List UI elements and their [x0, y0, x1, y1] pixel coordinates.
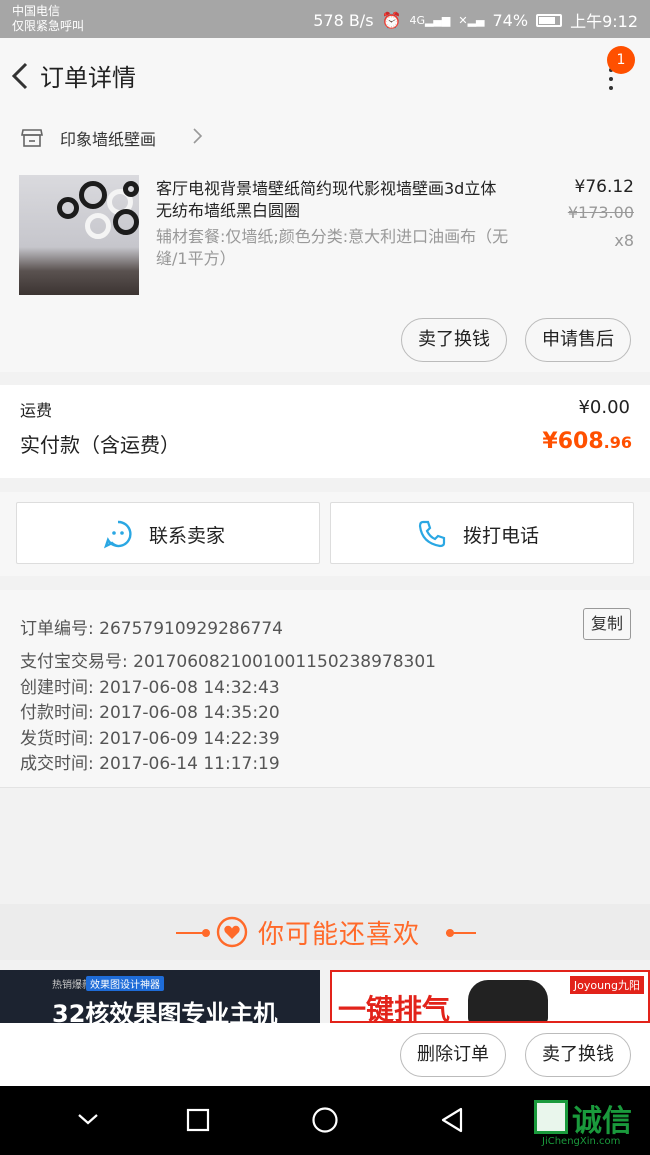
- product-device-image: [468, 980, 548, 1021]
- product-image[interactable]: [19, 175, 139, 295]
- paid-time: 付款时间: 2017-06-08 14:35:20: [20, 703, 280, 723]
- system-nav-bar: 诚信 JiChengXin.com: [0, 1086, 650, 1155]
- ad-left-headline: 32核效果图专业主机: [52, 1000, 278, 1023]
- call-phone-label: 拨打电话: [463, 525, 540, 547]
- status-bar: 中国电信 仅限紧急呼叫 578 B/s ⏰ 4G▂▄▆ ✕▂▄ 74% 上午9:…: [0, 0, 650, 38]
- recommend-dot-left: [202, 929, 210, 937]
- payment-totals: 运费 ¥0.00 实付款（含运费） ¥608.96: [0, 385, 650, 478]
- battery-icon: [536, 13, 563, 27]
- recommend-title: 你可能还喜欢: [258, 920, 421, 950]
- chat-bubble-icon: [103, 520, 132, 549]
- paid-amount: ¥608.96: [542, 429, 632, 454]
- product-title[interactable]: 客厅电视背景墙壁纸简约现代影视墙壁画3d立体无纺布墙纸黑白圆圈: [156, 178, 512, 222]
- recommend-line-right: [446, 932, 476, 934]
- shipping-value: ¥0.00: [578, 397, 630, 418]
- resell-bottom-button[interactable]: 卖了换钱: [525, 1033, 631, 1077]
- recent-apps-icon[interactable]: [186, 1108, 210, 1132]
- alarm-icon: ⏰: [381, 10, 402, 30]
- order-number: 订单编号: 26757910929286774: [20, 619, 284, 639]
- carrier-name: 中国电信: [12, 4, 61, 18]
- created-time: 创建时间: 2017-06-08 14:32:43: [20, 678, 280, 698]
- contact-section: 联系卖家 拨打电话: [0, 492, 650, 576]
- watermark-logo: 诚信 JiChengXin.com: [534, 1094, 650, 1150]
- status-indicators: 578 B/s ⏰ 4G▂▄▆ ✕▂▄ 74% 上午9:12: [313, 8, 638, 32]
- watermark-mark-icon: [534, 1100, 568, 1134]
- battery-percent: 74%: [492, 10, 529, 30]
- chevron-down-icon[interactable]: [76, 1111, 100, 1127]
- shop-row[interactable]: 印象墙纸壁画: [0, 114, 650, 166]
- product-price: ¥76.12: [574, 177, 634, 197]
- signal-icon: 4G▂▄▆: [409, 13, 451, 27]
- product-card: 客厅电视背景墙壁纸简约现代影视墙壁画3d立体无纺布墙纸黑白圆圈 辅材套餐:仅墙纸…: [0, 166, 650, 372]
- chevron-right-icon: [193, 128, 203, 144]
- bottom-action-bar: 删除订单 卖了换钱: [0, 1023, 650, 1086]
- home-icon[interactable]: [311, 1106, 339, 1134]
- recommend-header: 你可能还喜欢: [0, 904, 650, 960]
- completed-time: 成交时间: 2017-06-14 11:17:19: [20, 754, 280, 774]
- call-phone-button[interactable]: 拨打电话: [330, 502, 634, 564]
- product-sku: 辅材套餐:仅墙纸;颜色分类:意大利进口油画布（无缝/1平方）: [156, 227, 509, 268]
- paid-amount-main: ¥608: [542, 429, 604, 454]
- carrier-info: 中国电信 仅限紧急呼叫: [12, 4, 84, 34]
- notification-badge: 1: [607, 46, 635, 74]
- contact-seller-button[interactable]: 联系卖家: [16, 502, 320, 564]
- shipping-label: 运费: [20, 401, 53, 420]
- delete-order-button[interactable]: 删除订单: [400, 1033, 506, 1077]
- watermark-url: JiChengXin.com: [542, 1136, 621, 1147]
- shop-name: 印象墙纸壁画: [60, 130, 157, 149]
- recommend-ad-left[interactable]: 热销爆款 效果图设计神器 32核效果图专业主机: [0, 970, 320, 1023]
- shipped-time: 发货时间: 2017-06-09 14:22:39: [20, 729, 280, 749]
- phone-icon: [418, 520, 446, 548]
- product-quantity: x8: [614, 231, 634, 250]
- page-title: 订单详情: [40, 64, 136, 92]
- ad-right-headline: 一键排气: [338, 993, 451, 1023]
- heart-icon: [216, 916, 248, 948]
- paid-amount-cents: .96: [603, 433, 632, 452]
- copy-button[interactable]: 复制: [583, 608, 631, 640]
- wifi-off-icon: ✕▂▄: [458, 13, 485, 27]
- shop-icon: [21, 129, 43, 147]
- recommend-ad-right[interactable]: 一键排气 Joyoung九阳: [330, 970, 650, 1023]
- after-sale-button[interactable]: 申请售后: [525, 318, 631, 362]
- page-header: 订单详情 1: [0, 38, 650, 114]
- contact-seller-label: 联系卖家: [149, 525, 226, 547]
- watermark-text: 诚信: [572, 1104, 632, 1139]
- paid-label: 实付款（含运费）: [20, 433, 180, 457]
- back-nav-icon[interactable]: [440, 1106, 464, 1134]
- network-speed: 578 B/s: [313, 10, 374, 30]
- product-original-price: ¥173.00: [567, 203, 634, 222]
- resell-button[interactable]: 卖了换钱: [401, 318, 507, 362]
- alipay-trade-number: 支付宝交易号: 2017060821001001150238978301: [20, 652, 436, 672]
- ad-left-tag: 效果图设计神器: [86, 976, 164, 991]
- ad-right-brand: Joyoung九阳: [569, 976, 644, 994]
- back-arrow-icon[interactable]: [6, 56, 36, 96]
- clock: 上午9:12: [570, 12, 638, 31]
- order-info: 订单编号: 26757910929286774 支付宝交易号: 20170608…: [0, 590, 650, 788]
- carrier-note: 仅限紧急呼叫: [12, 19, 85, 33]
